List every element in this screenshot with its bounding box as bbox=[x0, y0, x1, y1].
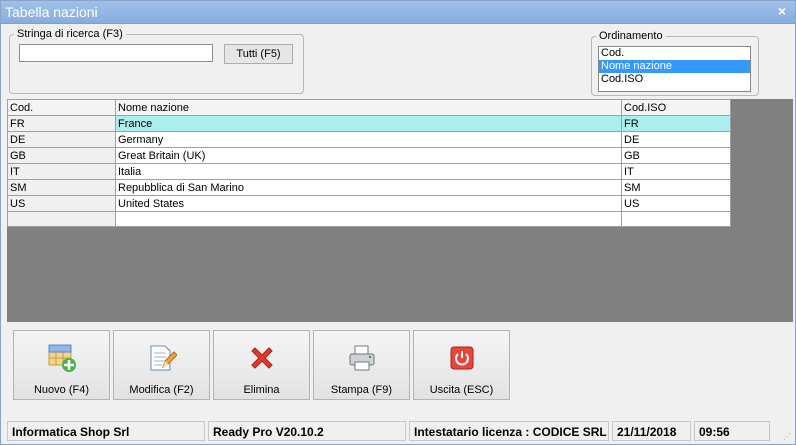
resize-grip-icon[interactable]: ⋰ bbox=[783, 432, 793, 442]
printer-icon bbox=[347, 343, 377, 373]
close-icon[interactable]: × bbox=[775, 4, 789, 18]
grid-area: Cod. Nome nazione Cod.ISO FR France FR DE Ge… bbox=[7, 99, 793, 322]
toolbar-button-edit-document[interactable]: Modifica (F2) bbox=[113, 330, 210, 400]
window: Tabella nazioni × Stringa di ricerca (F3… bbox=[0, 0, 796, 445]
power-icon bbox=[447, 343, 477, 373]
cell-iso[interactable]: DE bbox=[621, 131, 731, 148]
cell-code[interactable]: FR bbox=[7, 115, 116, 132]
empty-cell[interactable] bbox=[621, 211, 731, 227]
cell-name[interactable]: France bbox=[115, 115, 622, 132]
table-row[interactable]: FR France FR bbox=[7, 115, 731, 132]
status-bar: Informatica Shop Srl Ready Pro V20.10.2 … bbox=[1, 417, 795, 444]
search-legend: Stringa di ricerca (F3) bbox=[17, 28, 123, 40]
table-row[interactable]: IT Italia IT bbox=[7, 163, 731, 180]
cell-code[interactable]: US bbox=[7, 195, 116, 212]
ordering-option[interactable]: Cod. bbox=[599, 47, 750, 60]
toolbar-button-label: Stampa (F9) bbox=[330, 384, 393, 396]
cell-iso[interactable]: IT bbox=[621, 163, 731, 180]
toolbar-button-printer[interactable]: Stampa (F9) bbox=[313, 330, 410, 400]
cell-code[interactable]: DE bbox=[7, 131, 116, 148]
red-x-icon bbox=[247, 343, 277, 373]
ordering-option[interactable]: Cod.ISO bbox=[599, 73, 750, 86]
toolbar-button-label: Elimina bbox=[243, 384, 280, 396]
ordering-list[interactable]: Cod. Nome nazione Cod.ISO bbox=[598, 46, 751, 92]
table-row[interactable]: US United States US bbox=[7, 195, 731, 212]
cell-name[interactable]: Repubblica di San Marino bbox=[115, 179, 622, 196]
empty-cell[interactable] bbox=[7, 211, 116, 227]
status-version: Ready Pro V20.10.2 bbox=[208, 421, 406, 441]
empty-cell[interactable] bbox=[115, 211, 622, 227]
toolbar-button-red-x[interactable]: Elimina bbox=[213, 330, 310, 400]
edit-document-icon bbox=[147, 343, 178, 373]
column-header-name[interactable]: Nome nazione bbox=[115, 99, 622, 116]
table-row[interactable]: SM Repubblica di San Marino SM bbox=[7, 179, 731, 196]
table-row[interactable]: GB Great Britain (UK) GB bbox=[7, 147, 731, 164]
toolbar-button-label: Nuovo (F4) bbox=[33, 384, 90, 396]
empty-row[interactable] bbox=[7, 211, 731, 227]
cell-name[interactable]: Italia bbox=[115, 163, 622, 180]
cell-code[interactable]: IT bbox=[7, 163, 116, 180]
title-bar[interactable]: Tabella nazioni × bbox=[1, 1, 795, 24]
cell-code[interactable]: GB bbox=[7, 147, 116, 164]
toolbar-button-add-table[interactable]: Nuovo (F4) bbox=[13, 330, 110, 400]
status-license: Intestatario licenza : CODICE SRL bbox=[409, 421, 609, 441]
column-header-iso[interactable]: Cod.ISO bbox=[621, 99, 731, 116]
toolbar-button-label: Uscita (ESC) bbox=[429, 384, 494, 396]
nations-table: Cod. Nome nazione Cod.ISO FR France FR DE Ge… bbox=[7, 99, 731, 227]
cell-name[interactable]: United States bbox=[115, 195, 622, 212]
cell-name[interactable]: Germany bbox=[115, 131, 622, 148]
search-input[interactable] bbox=[19, 44, 213, 62]
cell-name[interactable]: Great Britain (UK) bbox=[115, 147, 622, 164]
toolbar-button-label: Modifica (F2) bbox=[129, 384, 194, 396]
cell-iso[interactable]: GB bbox=[621, 147, 731, 164]
cell-iso[interactable]: US bbox=[621, 195, 731, 212]
status-time: 09:56 bbox=[694, 421, 770, 441]
status-company: Informatica Shop Srl bbox=[7, 421, 205, 441]
cell-iso[interactable]: FR bbox=[621, 115, 731, 132]
ordering-option[interactable]: Nome nazione bbox=[599, 60, 750, 73]
column-header-code[interactable]: Cod. bbox=[7, 99, 116, 116]
cell-code[interactable]: SM bbox=[7, 179, 116, 196]
ordering-legend: Ordinamento bbox=[599, 30, 663, 42]
table-header-row: Cod. Nome nazione Cod.ISO bbox=[7, 99, 731, 116]
toolbar-button-power[interactable]: Uscita (ESC) bbox=[413, 330, 510, 400]
add-table-icon bbox=[47, 343, 77, 373]
status-date: 21/11/2018 bbox=[612, 421, 691, 441]
cell-iso[interactable]: SM bbox=[621, 179, 731, 196]
window-title: Tabella nazioni bbox=[5, 4, 98, 20]
all-button[interactable]: Tutti (F5) bbox=[224, 44, 293, 64]
table-row[interactable]: DE Germany DE bbox=[7, 131, 731, 148]
